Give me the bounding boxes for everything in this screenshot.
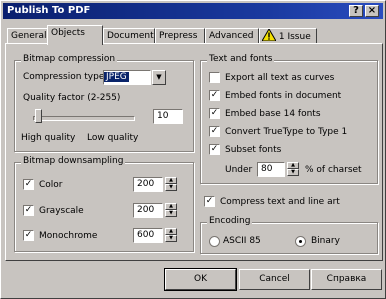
bitmap-downsampling-group: Bitmap downsampling ✓ Color 200 ▲ ▼ ✓ Gra… (14, 156, 194, 252)
grayscale-dpi-spinner[interactable]: ▲ ▼ (165, 203, 177, 218)
compress-text-label: Compress text and line art (220, 197, 340, 207)
publish-to-pdf-dialog: Publish To PDF ? × General Objects Docum… (0, 0, 386, 299)
group-title: Bitmap downsampling (21, 156, 126, 166)
convert-truetype-label: Convert TrueType to Type 1 (225, 127, 348, 137)
monochrome-checkbox[interactable]: ✓ (23, 230, 34, 241)
export-text-curves-label: Export all text as curves (225, 73, 335, 83)
compression-dropdown-button[interactable]: ▼ (152, 70, 166, 85)
subset-percent-spinner[interactable]: ▲ ▼ (287, 162, 299, 177)
binary-label: Binary (311, 236, 340, 246)
embed-fonts-checkbox[interactable]: ✓ (209, 90, 220, 101)
color-dpi-input[interactable]: 200 (133, 177, 163, 192)
cancel-button[interactable]: Cancel (239, 269, 310, 290)
grayscale-dpi-input[interactable]: 200 (133, 203, 163, 218)
tab-issues[interactable]: 1 Issue (259, 28, 317, 44)
title-bar: Publish To PDF ? × (3, 3, 383, 19)
charset-label: % of charset (305, 165, 362, 175)
grayscale-label: Grayscale (39, 206, 84, 216)
group-title: Encoding (207, 216, 253, 226)
tab-document[interactable]: Document (103, 28, 155, 44)
low-quality-label: Low quality (87, 133, 139, 143)
tab-prepress[interactable]: Prepress (155, 28, 205, 44)
grayscale-checkbox[interactable]: ✓ (23, 205, 34, 216)
subset-fonts-checkbox[interactable]: ✓ (209, 144, 220, 155)
bitmap-compression-group: Bitmap compression Compression type: JPE… (14, 54, 194, 152)
color-checkbox[interactable]: ✓ (23, 179, 34, 190)
warning-icon (261, 29, 277, 42)
group-title: Text and fonts (207, 54, 275, 64)
compress-text-checkbox[interactable]: ✓ (204, 196, 215, 207)
embed-fonts-label: Embed fonts in document (225, 91, 342, 101)
quality-factor-label: Quality factor (2-255) (23, 93, 121, 103)
quality-slider-track[interactable] (33, 116, 135, 121)
color-label: Color (39, 180, 63, 190)
window-title: Publish To PDF (7, 5, 91, 16)
color-dpi-spinner[interactable]: ▲ ▼ (165, 177, 177, 192)
objects-panel: Bitmap compression Compression type: JPE… (5, 43, 383, 261)
monochrome-dpi-spinner[interactable]: ▲ ▼ (165, 228, 177, 243)
tab-strip: General Objects Document Prepress Advanc… (5, 25, 383, 45)
ascii85-label: ASCII 85 (223, 236, 261, 246)
encoding-group: Encoding ASCII 85 Binary (200, 216, 378, 254)
ok-button[interactable]: OK (164, 268, 237, 291)
text-and-fonts-group: Text and fonts Export all text as curves… (200, 54, 378, 184)
chevron-down-icon: ▼ (152, 70, 166, 85)
ascii85-radio[interactable] (209, 236, 220, 247)
convert-truetype-checkbox[interactable]: ✓ (209, 126, 220, 137)
subset-fonts-label: Subset fonts (225, 145, 282, 155)
compression-type-select[interactable]: JPEG (103, 70, 151, 85)
binary-radio[interactable] (295, 236, 306, 247)
help-button[interactable]: Справка (311, 269, 382, 290)
monochrome-dpi-input[interactable]: 600 (133, 228, 163, 243)
under-label: Under (225, 165, 253, 175)
quality-factor-input[interactable]: 10 (153, 109, 183, 124)
compression-type-value: JPEG (104, 72, 129, 82)
close-icon[interactable]: × (365, 5, 379, 17)
embed-base14-checkbox[interactable]: ✓ (209, 108, 220, 119)
tab-general[interactable]: General (7, 28, 49, 44)
monochrome-label: Monochrome (39, 231, 98, 241)
quality-slider-thumb[interactable] (35, 109, 42, 123)
subset-percent-input[interactable]: 80 (257, 162, 285, 177)
group-title: Bitmap compression (21, 54, 118, 64)
embed-base14-label: Embed base 14 fonts (225, 109, 321, 119)
high-quality-label: High quality (21, 133, 76, 143)
export-text-curves-checkbox[interactable] (209, 72, 220, 83)
tab-issues-label: 1 Issue (278, 32, 311, 42)
tab-objects[interactable]: Objects (47, 25, 103, 45)
tab-advanced[interactable]: Advanced (205, 28, 259, 44)
compression-type-label: Compression type: (23, 72, 108, 82)
help-title-button[interactable]: ? (349, 5, 363, 17)
